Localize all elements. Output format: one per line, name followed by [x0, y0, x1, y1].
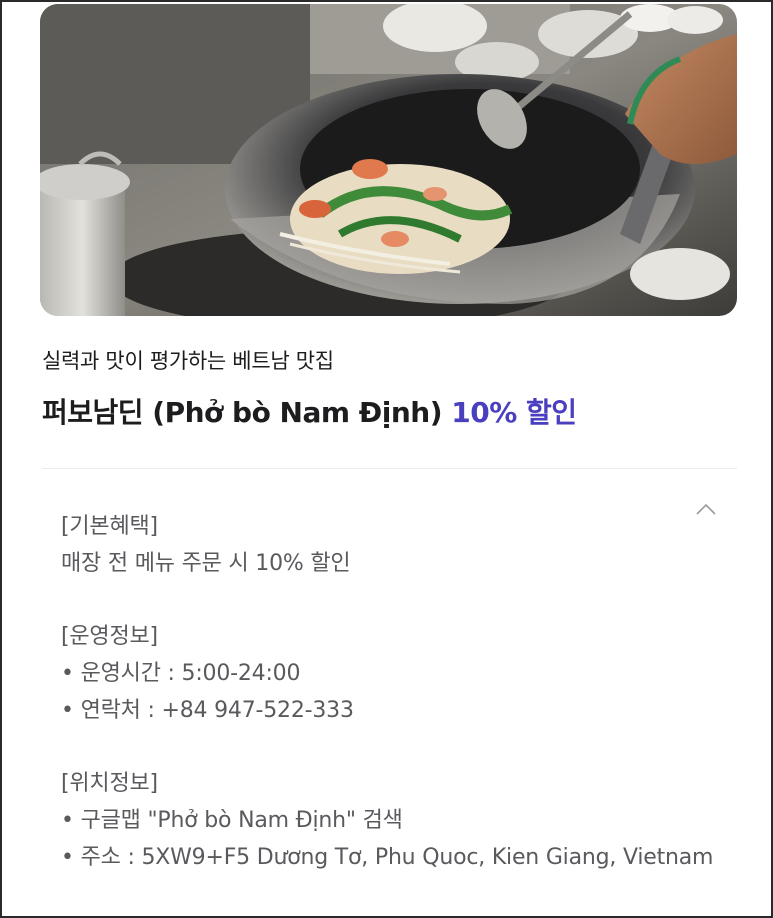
card-subtitle: 실력과 맛이 평가하는 베트남 맛집	[42, 349, 334, 373]
location-heading: [위치정보]	[61, 771, 158, 796]
operation-hours: • 운영시간 : 5:00-24:00	[61, 661, 301, 686]
map-search-hint: • 구글맵 "Phở bò Nam Định" 검색	[61, 808, 403, 833]
address: • 주소 : 5XW9+F5 Dương Tơ, Phu Quoc, Kien …	[61, 845, 714, 870]
hero-photo	[40, 4, 737, 316]
section-divider	[42, 468, 737, 469]
operation-heading: [운영정보]	[61, 624, 158, 649]
restaurant-card: 실력과 맛이 평가하는 베트남 맛집 퍼보남딘 (Phở bò Nam Định…	[2, 2, 771, 916]
basic-benefit-heading: [기본혜택]	[61, 514, 158, 539]
basic-benefit-text: 매장 전 메뉴 주문 시 10% 할인	[61, 551, 351, 576]
card-title: 퍼보남딘 (Phở bò Nam Định) 10% 할인	[42, 391, 577, 431]
discount-badge: 10% 할인	[451, 396, 577, 429]
wok-cooking-image	[40, 4, 737, 316]
contact-number: • 연락처 : +84 947-522-333	[61, 698, 354, 723]
restaurant-name: 퍼보남딘 (Phở bò Nam Định)	[42, 396, 452, 429]
benefit-details: [기본혜택] 매장 전 메뉴 주문 시 10% 할인 [운영정보] • 운영시간…	[61, 508, 721, 876]
